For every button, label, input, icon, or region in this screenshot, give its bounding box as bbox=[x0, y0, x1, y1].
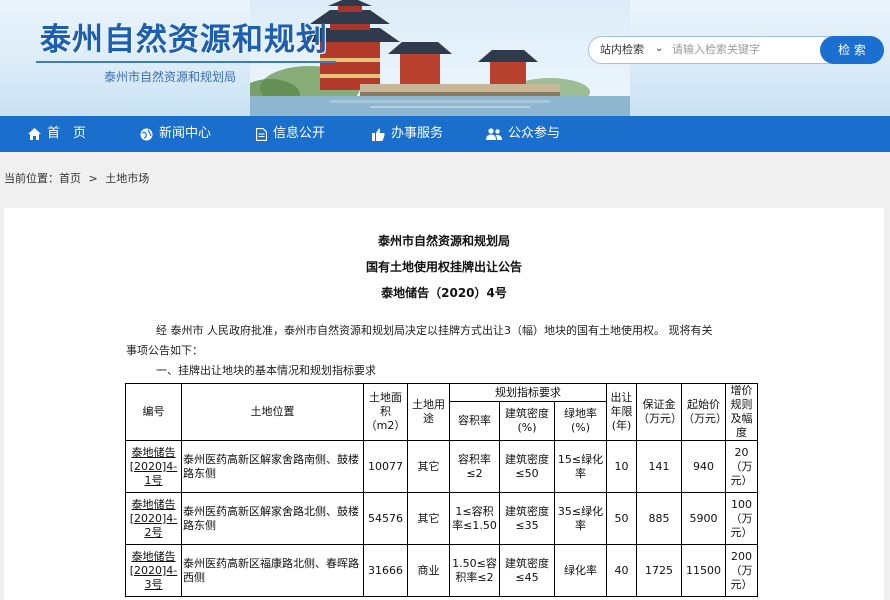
nav-item-label: 办事服务 bbox=[391, 126, 444, 141]
announcement-issuer: 泰州市自然资源和规划局 bbox=[377, 234, 510, 248]
content-panel: 泰州市自然资源和规划局 国有土地使用权挂牌出让公告 泰地储告（2020）4号 经… bbox=[4, 208, 884, 600]
site-title: 泰州自然资源和规划 bbox=[40, 22, 328, 58]
lot-deposit: 1725 bbox=[636, 544, 682, 597]
header-area: 土地面积（m2） bbox=[363, 383, 408, 441]
chevron-down-icon[interactable]: ⌄ bbox=[655, 41, 663, 57]
globe-icon bbox=[140, 128, 153, 140]
intro-paragraph-line1: 经 泰州市 人民政府批准，泰州市自然资源和规划局决定以挂牌方式出让3（幅）地块的… bbox=[156, 324, 713, 337]
lot-density: 建筑密度≤45 bbox=[499, 544, 555, 597]
breadcrumb-separator: > bbox=[88, 172, 98, 185]
lot-use: 其它 bbox=[407, 492, 450, 545]
table-row: 泰地储告[2020]4-1号 泰州医药高新区解家舍路南侧、鼓楼路东侧 10077… bbox=[125, 440, 758, 493]
nav-item-news[interactable]: 新闻中心 bbox=[140, 116, 211, 152]
lot-code-link[interactable]: 泰地储告[2020]4-2号 bbox=[130, 498, 178, 539]
site-subtitle: 泰州市自然资源和规划局 bbox=[104, 70, 237, 84]
header-term: 出让年限(年) bbox=[606, 383, 637, 441]
lot-far: 1.50≤容积率≤2 bbox=[449, 544, 500, 597]
header-increment: 增价规则及幅度 bbox=[725, 383, 758, 441]
lot-increment: 200（万元） bbox=[725, 544, 758, 597]
announcement-doc-number: 泰地储告（2020）4号 bbox=[381, 286, 507, 300]
nav-item-services[interactable]: 办事服务 bbox=[372, 116, 443, 152]
table-header-row: 编号 土地位置 土地面积（m2） 土地用途 规划指标要求 出让年限(年) 保证金… bbox=[125, 382, 758, 441]
lot-increment: 100（万元） bbox=[725, 492, 758, 545]
nav-item-home[interactable]: 首 页 bbox=[28, 116, 86, 152]
nav-item-participation[interactable]: 公众参与 bbox=[486, 116, 560, 152]
search-button[interactable]: 检 索 bbox=[820, 36, 884, 64]
main-nav: 首 页 新闻中心 信息公开 办事服务 公众参与 bbox=[0, 116, 890, 152]
lot-start-price: 5900 bbox=[681, 492, 726, 545]
header-location: 土地位置 bbox=[181, 383, 364, 441]
table-row: 泰地储告[2020]4-3号 泰州医药高新区福康路北侧、春晖路西侧 31666 … bbox=[125, 544, 758, 597]
nav-item-info[interactable]: 信息公开 bbox=[256, 116, 325, 152]
header-density: 建筑密度(%) bbox=[499, 401, 555, 441]
table-row: 泰地储告[2020]4-2号 泰州医药高新区解家舍路北侧、鼓楼路东侧 54576… bbox=[125, 492, 758, 545]
lot-use: 商业 bbox=[407, 544, 450, 597]
document-icon bbox=[256, 127, 267, 141]
lot-start-price: 940 bbox=[681, 440, 726, 493]
header-far: 容积率 bbox=[449, 401, 500, 441]
breadcrumb: 当前位置：首页 > 土地市场 bbox=[4, 170, 153, 186]
lot-area: 10077 bbox=[363, 440, 408, 493]
lot-area: 31666 bbox=[363, 544, 408, 597]
breadcrumb-home-link[interactable]: 首页 bbox=[59, 172, 81, 185]
home-icon bbox=[28, 128, 41, 140]
intro-paragraph-line2: 事项公告如下： bbox=[126, 344, 203, 357]
lot-location: 泰州医药高新区解家舍路南侧、鼓楼路东侧 bbox=[181, 440, 364, 493]
lot-green: 绿化率 bbox=[554, 544, 607, 597]
lot-location: 泰州医药高新区解家舍路北侧、鼓楼路东侧 bbox=[181, 492, 364, 545]
header-green: 绿地率(%) bbox=[554, 401, 607, 441]
lot-term: 50 bbox=[606, 492, 637, 545]
header-planning: 规划指标要求 bbox=[449, 382, 607, 403]
nav-item-label: 新闻中心 bbox=[159, 126, 212, 141]
lot-area: 54576 bbox=[363, 492, 408, 545]
people-icon bbox=[486, 128, 502, 140]
lot-increment: 20（万元） bbox=[725, 440, 758, 493]
section-heading: 一、挂牌出让地块的基本情况和规划指标要求 bbox=[156, 364, 376, 377]
lot-far: 容积率≤2 bbox=[449, 440, 500, 493]
lot-location: 泰州医药高新区福康路北侧、春晖路西侧 bbox=[181, 544, 364, 597]
lot-use: 其它 bbox=[407, 440, 450, 493]
lot-far: 1≤容积率≤1.50 bbox=[449, 492, 500, 545]
lot-deposit: 885 bbox=[636, 492, 682, 545]
announcement-title: 国有土地使用权挂牌出让公告 bbox=[365, 260, 522, 274]
lot-code-link[interactable]: 泰地储告[2020]4-3号 bbox=[130, 550, 178, 591]
lot-term: 40 bbox=[606, 544, 637, 597]
lot-density: 建筑密度≤35 bbox=[499, 492, 555, 545]
search-scope-select[interactable]: 站内检索 bbox=[600, 42, 644, 58]
header-deposit: 保证金（万元） bbox=[636, 383, 682, 441]
header-use: 土地用途 bbox=[407, 383, 450, 441]
search-input[interactable] bbox=[672, 40, 812, 58]
breadcrumb-prefix: 当前位置： bbox=[4, 172, 59, 185]
nav-item-label: 公众参与 bbox=[508, 126, 561, 141]
nav-item-label: 首 页 bbox=[47, 126, 87, 141]
breadcrumb-current[interactable]: 土地市场 bbox=[105, 172, 149, 185]
lot-term: 10 bbox=[606, 440, 637, 493]
lot-green: 15≤绿化率 bbox=[554, 440, 607, 493]
thumbs-up-icon bbox=[372, 128, 385, 141]
lot-start-price: 11500 bbox=[681, 544, 726, 597]
nav-item-label: 信息公开 bbox=[273, 126, 326, 141]
site-header: 泰州自然资源和规划 泰州市自然资源和规划局 站内检索 ⌄ 检 索 bbox=[0, 0, 890, 116]
lot-deposit: 141 bbox=[636, 440, 682, 493]
lot-density: 建筑密度≤50 bbox=[499, 440, 555, 493]
land-parcel-table: 编号 土地位置 土地面积（m2） 土地用途 规划指标要求 出让年限(年) 保证金… bbox=[125, 382, 758, 597]
title-underline bbox=[36, 61, 336, 63]
lot-green: 35≤绿化率 bbox=[554, 492, 607, 545]
header-code: 编号 bbox=[125, 383, 182, 441]
lot-code-link[interactable]: 泰地储告[2020]4-1号 bbox=[130, 446, 178, 487]
header-start-price: 起始价（万元） bbox=[681, 383, 726, 441]
